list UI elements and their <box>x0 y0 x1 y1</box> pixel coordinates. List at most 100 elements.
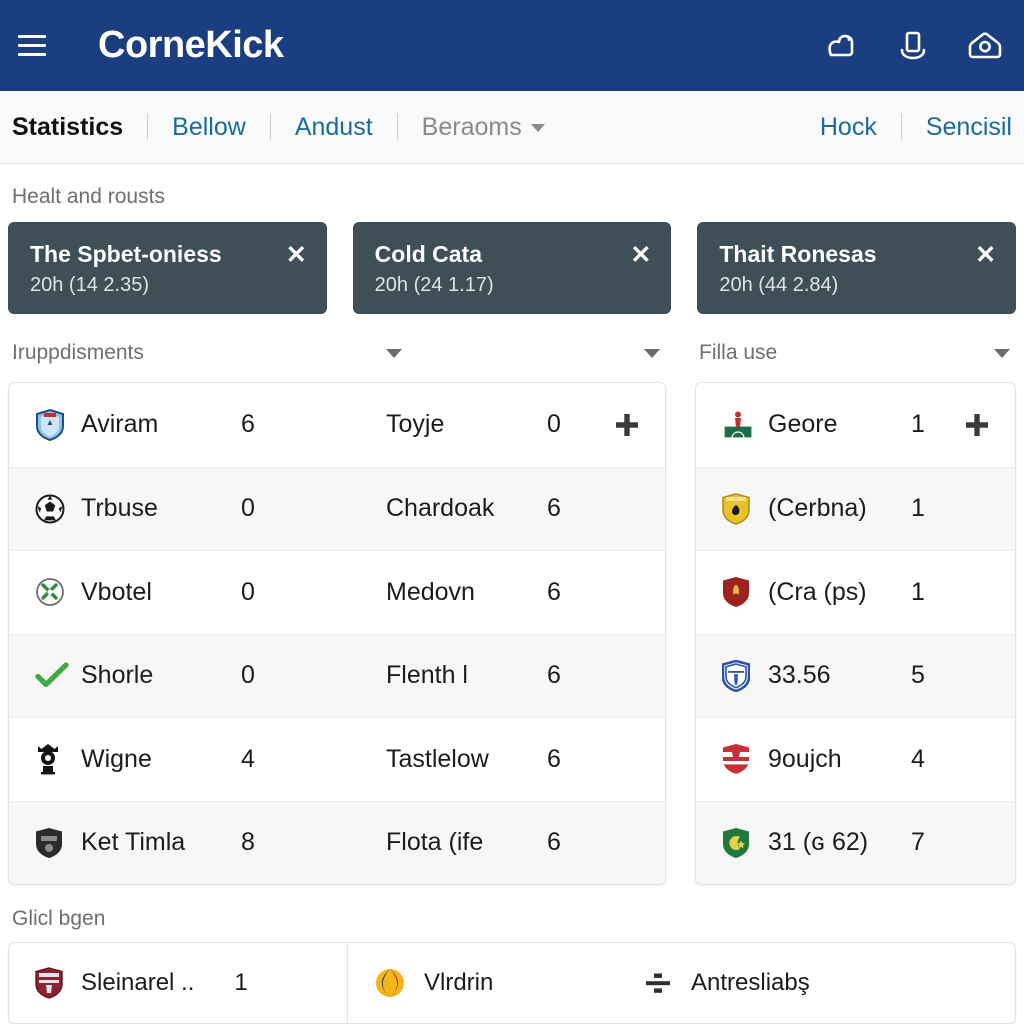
nav-item-beraoms-label: Beraoms <box>421 112 522 141</box>
row-value-secondary: 6 <box>547 661 561 690</box>
table-row[interactable]: Aviram 6 Toyje 0 <box>9 383 665 467</box>
table-row[interactable]: 9oujch 4 <box>696 717 1015 801</box>
bottom-bar-item[interactable]: Antresliabş <box>617 943 1015 1023</box>
green-check-icon <box>35 662 81 690</box>
table-row[interactable]: Ket Timla 8 Flota (ife 6 <box>9 800 665 884</box>
nav-item-beraoms[interactable]: Beraoms <box>420 113 547 142</box>
table-row[interactable]: Vbotel 0 Medovn 6 <box>9 550 665 634</box>
row-value: 1 <box>911 577 925 606</box>
crest-green-icon <box>722 827 768 859</box>
left-filter-label: Iruppdisments <box>12 341 144 364</box>
table-row[interactable]: Wigne 4 Tastlelow 6 <box>9 717 665 801</box>
nav-separator <box>396 114 398 140</box>
summary-card-body: Cold Cata 20h (24 1.17) <box>375 241 621 297</box>
bottom-bar-item-value: 1 <box>234 969 248 996</box>
panels-region: Iruppdisments Aviram 6 Toyje 0 Trbuse 0 … <box>8 334 1016 885</box>
thumb-outline-icon[interactable] <box>822 27 860 65</box>
appbar-actions <box>822 27 1006 65</box>
close-icon[interactable]: ✕ <box>276 241 309 270</box>
row-name-secondary: Chardoak <box>386 494 495 523</box>
left-panel: Iruppdisments Aviram 6 Toyje 0 Trbuse 0 … <box>8 334 666 885</box>
device-outline-icon[interactable] <box>894 27 932 65</box>
color-burst-icon <box>374 967 406 999</box>
hamburger-menu-icon[interactable] <box>10 24 54 68</box>
nav-item-andust[interactable]: Andust <box>293 113 375 142</box>
row-value: 6 <box>241 410 255 439</box>
row-value: 5 <box>911 661 925 690</box>
row-name: Shorle <box>81 661 154 690</box>
left-filter-col-b <box>402 348 660 358</box>
row-value-secondary: 6 <box>547 494 561 523</box>
add-icon[interactable] <box>957 412 997 438</box>
chevron-down-icon[interactable] <box>994 348 1010 358</box>
chevron-down-icon[interactable] <box>385 348 402 358</box>
summary-card-title: Cold Cata <box>374 241 483 267</box>
table-row[interactable]: (Cerbna) 1 <box>696 466 1015 550</box>
nav-item-hock[interactable]: Hock <box>818 113 879 142</box>
subnav-right-group: Hock Sencisil <box>818 113 1014 142</box>
camera-home-outline-icon[interactable] <box>966 27 1004 65</box>
row-value: 1 <box>911 494 925 523</box>
nav-item-statistics[interactable]: Statistics <box>10 113 125 142</box>
close-icon[interactable]: ✕ <box>965 241 998 270</box>
row-value: 0 <box>241 661 255 690</box>
app-root: CorneKick Statistics Bellow Andust Berao… <box>0 0 1024 1024</box>
summary-card-title: The Spbet-oniess <box>30 241 222 267</box>
row-value: 1 <box>911 410 925 439</box>
soccer-ball-icon <box>35 494 81 524</box>
close-icon[interactable]: ✕ <box>620 241 653 270</box>
nav-item-bellow[interactable]: Bellow <box>170 113 248 142</box>
summary-card[interactable]: Thait Ronesas 20h (44 2.84) ✕ <box>697 222 1017 314</box>
right-panel: Filla use Geore 1 (Cerbna) 1 (Cra (ps) 1… <box>695 334 1016 885</box>
cards-section-label: Healt and rousts <box>12 185 165 208</box>
nav-item-sencisil[interactable]: Sencisil <box>924 113 1014 142</box>
bottom-bar-item[interactable]: Sleinarel .. 1 <box>9 943 347 1023</box>
crest-dark-shield-icon <box>35 827 81 859</box>
row-value: 7 <box>911 828 925 857</box>
row-name-secondary: Tastlelow <box>386 744 489 773</box>
summary-card-body: Thait Ronesas 20h (44 2.84) <box>719 241 965 297</box>
right-filter-label: Filla use <box>699 341 778 364</box>
table-row[interactable]: Shorle 0 Flenth l 6 <box>9 633 665 717</box>
add-icon[interactable] <box>607 412 647 438</box>
table-row[interactable]: Geore 1 <box>696 383 1015 467</box>
crest-yellow-icon <box>722 492 768 525</box>
row-value-secondary: 6 <box>547 577 561 606</box>
summary-card[interactable]: The Spbet-oniess 20h (14 2.35) ✕ <box>8 222 327 314</box>
nav-separator <box>269 114 271 140</box>
summary-card-title: Thait Ronesas <box>719 241 877 267</box>
tools-circle-icon <box>35 577 81 607</box>
left-panel-list: Aviram 6 Toyje 0 Trbuse 0 Chardoak 6 Vbo… <box>8 382 666 885</box>
row-value: 0 <box>241 494 255 523</box>
sub-navigation: Statistics Bellow Andust Beraoms Hock Se… <box>0 91 1024 164</box>
nav-separator <box>900 114 902 140</box>
summary-card-subtitle: 20h (44 2.84) <box>719 274 839 296</box>
crest-blue-shield-icon <box>35 408 81 441</box>
row-name: Geore <box>768 410 838 439</box>
row-name: Vbotel <box>81 577 152 606</box>
bottom-bar-item[interactable]: Vlrdrin <box>347 943 617 1023</box>
summary-card[interactable]: Cold Cata 20h (24 1.17) ✕ <box>352 222 672 314</box>
row-name: 9oujch <box>768 744 842 773</box>
table-row[interactable]: 33.56 5 <box>696 633 1015 717</box>
summary-card-subtitle: 20h (24 1.17) <box>374 274 494 296</box>
row-value-secondary: 6 <box>547 744 561 773</box>
row-value-secondary: 0 <box>547 410 561 439</box>
row-value: 4 <box>911 744 925 773</box>
bottom-bar-item-label: Vlrdrin <box>424 969 494 996</box>
table-row[interactable]: Trbuse 0 Chardoak 6 <box>9 466 665 550</box>
crest-blue-player-icon <box>722 659 768 692</box>
crest-maroon-icon <box>35 967 63 999</box>
table-row[interactable]: (Cra (ps) 1 <box>696 550 1015 634</box>
row-name: Wigne <box>81 744 152 773</box>
chevron-down-icon[interactable] <box>644 348 660 358</box>
row-name: Trbuse <box>81 494 158 523</box>
table-row[interactable]: 31 (ɢ 62) 7 <box>696 800 1015 884</box>
bottom-section-label: Glicl bgen <box>12 907 106 930</box>
row-value: 8 <box>241 828 255 857</box>
row-name: Aviram <box>81 410 159 439</box>
row-value: 4 <box>241 744 255 773</box>
summary-cards: The Spbet-oniess 20h (14 2.35) ✕ Cold Ca… <box>8 222 1017 314</box>
row-value-secondary: 6 <box>547 828 561 857</box>
row-name: (Cerbna) <box>768 494 867 523</box>
